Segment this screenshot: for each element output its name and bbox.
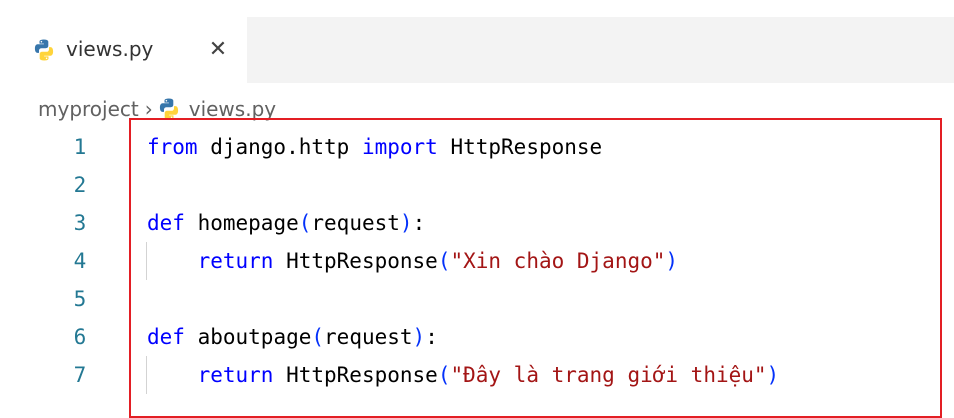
line-number: 6 (73, 325, 87, 349)
code-token: from (147, 135, 198, 159)
code-text: def homepage(request): (147, 204, 425, 242)
line-number: 4 (73, 249, 87, 273)
code-line[interactable]: 3 def homepage(request): (0, 204, 954, 242)
code-token: "Đây là trang giới thiệu" (450, 363, 767, 387)
code-token: ) (665, 249, 679, 273)
close-icon[interactable]: ✕ (203, 35, 233, 65)
code-token: homepage (184, 211, 299, 235)
code-token: : (412, 211, 426, 235)
code-token: request (324, 325, 413, 349)
code-token: "Xin chào Django" (450, 249, 666, 273)
code-token: ) (399, 211, 413, 235)
code-line[interactable]: 6 def aboutpage(request): (0, 318, 954, 356)
python-file-icon (157, 97, 181, 121)
code-text: return HttpResponse("Xin chào Django") (147, 242, 678, 280)
code-token: def (147, 211, 185, 235)
code-line[interactable]: 1 from django.http import HttpResponse (0, 128, 954, 166)
chevron-right-icon: › (144, 97, 153, 121)
code-token: aboutpage (184, 325, 312, 349)
code-token: request (311, 211, 400, 235)
line-number: 5 (73, 287, 87, 311)
tab-label: views.py (66, 37, 154, 61)
code-token: django.http (197, 135, 362, 159)
code-text: from django.http import HttpResponse (147, 128, 602, 166)
code-line[interactable]: 2 (0, 166, 954, 204)
breadcrumb-file[interactable]: views.py (189, 97, 276, 121)
code-token: ( (298, 211, 312, 235)
line-number: 2 (73, 173, 87, 197)
tab-views-py[interactable]: views.py ✕ (0, 17, 247, 83)
code-text: return HttpResponse("Đây là trang giới t… (147, 356, 780, 394)
line-number: 1 (73, 135, 87, 159)
code-token: HttpResponse (273, 249, 438, 273)
line-number: 3 (73, 211, 87, 235)
code-token: : (425, 325, 438, 349)
editor-tab-bar: views.py ✕ (0, 17, 954, 83)
code-token: ( (437, 363, 451, 387)
breadcrumb: myproject › views.py (38, 95, 276, 123)
code-line[interactable]: 7 return HttpResponse("Đây là trang giới… (0, 356, 954, 394)
code-line[interactable]: 5 (0, 280, 954, 318)
code-token: ( (437, 249, 451, 273)
code-token: HttpResponse (273, 363, 438, 387)
breadcrumb-folder[interactable]: myproject (38, 97, 139, 121)
code-token: ( (311, 325, 325, 349)
line-number: 7 (73, 363, 87, 387)
code-token: ) (412, 325, 426, 349)
code-editor[interactable]: 1 from django.http import HttpResponse 2 3 d… (0, 128, 954, 413)
code-token: return (197, 363, 274, 387)
python-file-icon (32, 38, 56, 62)
code-token: ) (766, 363, 780, 387)
code-line[interactable]: 4 return HttpResponse("Xin chào Django") (0, 242, 954, 280)
code-token: def (147, 325, 185, 349)
code-token: return (197, 249, 274, 273)
code-text: def aboutpage(request): (147, 318, 438, 356)
code-token: import (361, 135, 438, 159)
code-token: HttpResponse (437, 135, 603, 159)
